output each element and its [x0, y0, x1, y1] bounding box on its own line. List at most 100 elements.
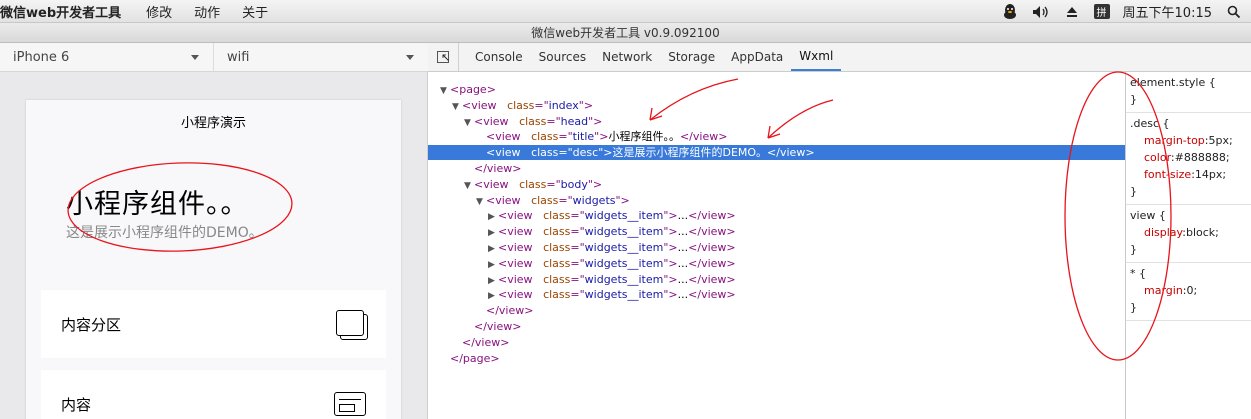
- input-method-icon[interactable]: 拼: [1093, 4, 1110, 19]
- menu-item-edit[interactable]: 修改: [135, 2, 183, 21]
- node-tag-name: view: [692, 130, 719, 144]
- style-selector[interactable]: * {: [1130, 265, 1251, 282]
- tag-punctuation: >: [726, 225, 736, 239]
- network-select[interactable]: wifi: [214, 43, 428, 72]
- wxml-node-row[interactable]: ▶ <view class="widgets__item">...</view>: [428, 272, 1125, 287]
- tag-punctuation: </: [688, 241, 702, 254]
- tag-punctuation: =": [570, 225, 585, 239]
- tag-punctuation: </: [688, 272, 702, 286]
- qq-penguin-icon[interactable]: [1001, 3, 1019, 20]
- triangle-right-icon[interactable]: ▶: [488, 274, 498, 289]
- tag-punctuation: <: [498, 256, 508, 270]
- triangle-right-icon[interactable]: ▶: [488, 242, 498, 257]
- style-selector[interactable]: .desc {: [1130, 115, 1251, 132]
- network-select-value: wifi: [227, 50, 250, 65]
- node-attr-value: widgets__item: [584, 272, 664, 286]
- wxml-node-row[interactable]: ▼ <view class="body">: [428, 177, 1125, 192]
- triangle-down-icon[interactable]: ▼: [476, 195, 486, 210]
- wxml-node-row[interactable]: ▼ <view class="index">: [428, 98, 1125, 113]
- clock[interactable]: 周五下午10:15: [1123, 2, 1212, 21]
- style-property[interactable]: color:#888888;: [1130, 149, 1251, 166]
- spotlight-search-icon[interactable]: [1225, 4, 1243, 20]
- tab-network[interactable]: Network: [594, 43, 660, 71]
- wxml-node-row[interactable]: </view>: [428, 161, 1125, 176]
- device-select[interactable]: iPhone 6: [0, 43, 214, 72]
- node-attr-value: title: [572, 130, 595, 144]
- wxml-node-row[interactable]: </page>: [428, 351, 1125, 366]
- menu-app-name[interactable]: 微信web开发者工具: [0, 2, 135, 21]
- wxml-node-row[interactable]: ▶ <view class="widgets__item">...</view>: [428, 208, 1125, 223]
- style-property[interactable]: font-size:14px;: [1130, 166, 1251, 183]
- node-text: ...: [677, 272, 689, 286]
- style-property-name: margin: [1144, 284, 1183, 297]
- triangle-right-icon[interactable]: ▶: [488, 289, 498, 304]
- wxml-node-row[interactable]: ▶ <view class="widgets__item">...</view>: [428, 256, 1125, 271]
- tag-punctuation: >: [726, 256, 736, 270]
- wxml-node-row[interactable]: </view>: [428, 303, 1125, 318]
- style-property[interactable]: margin:0;: [1130, 282, 1251, 299]
- wxml-node-row[interactable]: ▼ <page>: [428, 82, 1125, 97]
- triangle-right-icon[interactable]: ▶: [488, 210, 498, 225]
- tab-sources[interactable]: Sources: [531, 43, 594, 71]
- tab-storage[interactable]: Storage: [660, 43, 723, 71]
- style-property-name: font-size: [1144, 168, 1192, 181]
- tag-punctuation: =": [546, 177, 561, 191]
- node-text: ...: [677, 288, 689, 302]
- node-text: ...: [677, 209, 689, 223]
- tag-punctuation: ">: [663, 288, 678, 302]
- wxml-node-row[interactable]: </view>: [428, 319, 1125, 334]
- content-panel-icon: [334, 392, 366, 416]
- triangle-down-icon[interactable]: ▼: [440, 84, 450, 99]
- tab-console[interactable]: Console: [467, 43, 531, 71]
- eject-icon[interactable]: [1063, 4, 1081, 20]
- wxml-tree: ▼ <page> ▼ <view class="index"> ▼ <view class…: [428, 72, 1125, 419]
- wxml-node-row[interactable]: <view class="title">小程序组件。。</view>: [428, 129, 1125, 144]
- node-tag-name: view: [701, 209, 727, 223]
- tag-punctuation: ">: [594, 130, 609, 144]
- wxml-node-row[interactable]: ▶ <view class="widgets__item">...</view>: [428, 240, 1125, 255]
- node-attr-name: class: [543, 288, 571, 302]
- triangle-down-icon[interactable]: ▼: [464, 179, 474, 194]
- style-property-value: block;: [1185, 226, 1219, 239]
- tag-punctuation: [533, 257, 544, 270]
- menu-item-action[interactable]: 动作: [183, 2, 231, 21]
- tag-punctuation: <: [498, 241, 508, 254]
- triangle-down-icon[interactable]: ▼: [452, 100, 462, 115]
- wxml-node-row[interactable]: ▶ <view class="widgets__item">...</view>: [428, 224, 1125, 239]
- node-tag-name: view: [507, 241, 533, 254]
- node-attr-name: class: [507, 98, 535, 112]
- style-property[interactable]: display:block;: [1130, 224, 1251, 241]
- triangle-right-icon[interactable]: ▶: [488, 258, 498, 273]
- node-attr-name: class: [519, 114, 547, 128]
- style-property-name: color: [1144, 151, 1171, 164]
- wxml-node-row[interactable]: ▶ <view class="widgets__item">...</view>: [428, 287, 1125, 302]
- wxml-node-row[interactable]: </view>: [428, 335, 1125, 350]
- triangle-right-icon[interactable]: ▶: [488, 226, 498, 241]
- menu-item-about[interactable]: 关于: [231, 2, 279, 21]
- tag-punctuation: ">: [663, 241, 678, 254]
- wxml-node-row[interactable]: ▼ <view class="head">: [428, 114, 1125, 129]
- tab-appdata[interactable]: AppData: [723, 43, 791, 71]
- chevron-down-icon: [406, 55, 414, 60]
- tag-punctuation: =": [570, 256, 585, 270]
- node-open-tag: <page>: [450, 83, 496, 96]
- wxml-node-row[interactable]: <view class="desc">这是展示小程序组件的DEMO。</view…: [428, 145, 1125, 161]
- volume-icon[interactable]: [1032, 4, 1050, 20]
- style-selector[interactable]: element.style {: [1130, 74, 1251, 91]
- wxml-node-row[interactable]: ▼ <view class="widgets">: [428, 193, 1125, 208]
- triangle-down-icon[interactable]: ▼: [464, 116, 474, 131]
- style-selector[interactable]: view {: [1130, 207, 1251, 224]
- style-rule: * {margin:0;}: [1126, 263, 1251, 321]
- tag-punctuation: ">: [588, 114, 603, 128]
- node-text: ...: [677, 241, 689, 254]
- widget-item-content[interactable]: 内容: [41, 370, 386, 419]
- tab-wxml[interactable]: Wxml: [791, 43, 842, 71]
- node-text: ...: [677, 256, 689, 270]
- inspect-element-button[interactable]: [428, 43, 459, 71]
- style-property[interactable]: margin-top:5px;: [1130, 132, 1251, 149]
- tab-label: Console: [475, 50, 523, 64]
- node-attr-value: widgets__item: [584, 256, 664, 270]
- style-property-value: 5px;: [1208, 134, 1233, 147]
- tag-punctuation: <: [474, 114, 484, 128]
- widget-item-section[interactable]: 内容分区: [41, 290, 386, 358]
